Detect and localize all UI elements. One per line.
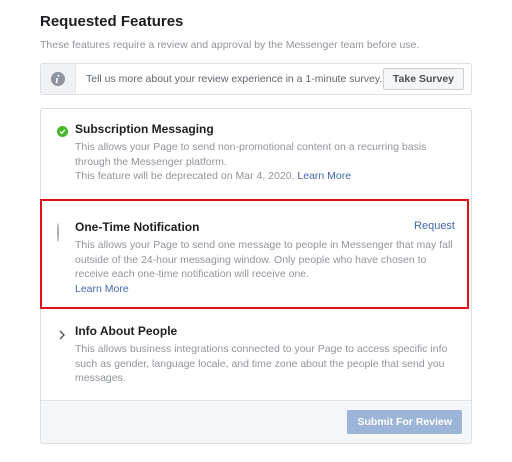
radio-icon[interactable]	[57, 223, 59, 242]
survey-banner: Tell us more about your review experienc…	[40, 63, 472, 95]
feature-subscription-messaging: Subscription Messaging This allows your …	[41, 109, 471, 199]
feature-info-about-people[interactable]: Info About People This allows business i…	[41, 311, 471, 399]
info-icon-pane	[41, 64, 76, 94]
feature-name: Info About People	[75, 324, 178, 338]
request-link[interactable]: Request	[414, 220, 455, 232]
check-icon	[57, 126, 68, 137]
survey-text: Tell us more about your review experienc…	[86, 73, 383, 85]
requested-features-page: Requested Features These features requir…	[0, 0, 512, 462]
card-footer: Submit For Review	[41, 400, 471, 443]
status-indicator	[57, 223, 68, 242]
feature-one-time-notification: One-Time Notification Request This allow…	[41, 207, 471, 307]
feature-name: One-Time Notification	[75, 220, 200, 234]
status-indicator	[57, 126, 68, 137]
learn-more-link[interactable]: Learn More	[297, 170, 351, 182]
feature-description: This allows your Page to send non-promot…	[75, 140, 455, 184]
chevron-right-icon[interactable]	[57, 329, 67, 341]
status-indicator	[57, 328, 68, 341]
page-title: Requested Features	[40, 13, 184, 30]
page-subtitle: These features require a review and appr…	[40, 39, 420, 51]
feature-description: This allows business integrations connec…	[75, 343, 448, 384]
deprecation-note: This feature will be deprecated on Mar 4…	[75, 170, 295, 182]
description-text: This allows your Page to send one messag…	[75, 239, 453, 280]
learn-more-link[interactable]: Learn More	[75, 283, 129, 295]
feature-name: Subscription Messaging	[75, 122, 214, 136]
feature-description: This allows your Page to send one messag…	[75, 238, 455, 296]
take-survey-button[interactable]: Take Survey	[382, 68, 464, 90]
description-text: This allows your Page to send non-promot…	[75, 141, 427, 168]
submit-for-review-button[interactable]: Submit For Review	[347, 410, 462, 434]
features-card: Subscription Messaging This allows your …	[40, 108, 472, 444]
info-icon	[51, 72, 65, 86]
